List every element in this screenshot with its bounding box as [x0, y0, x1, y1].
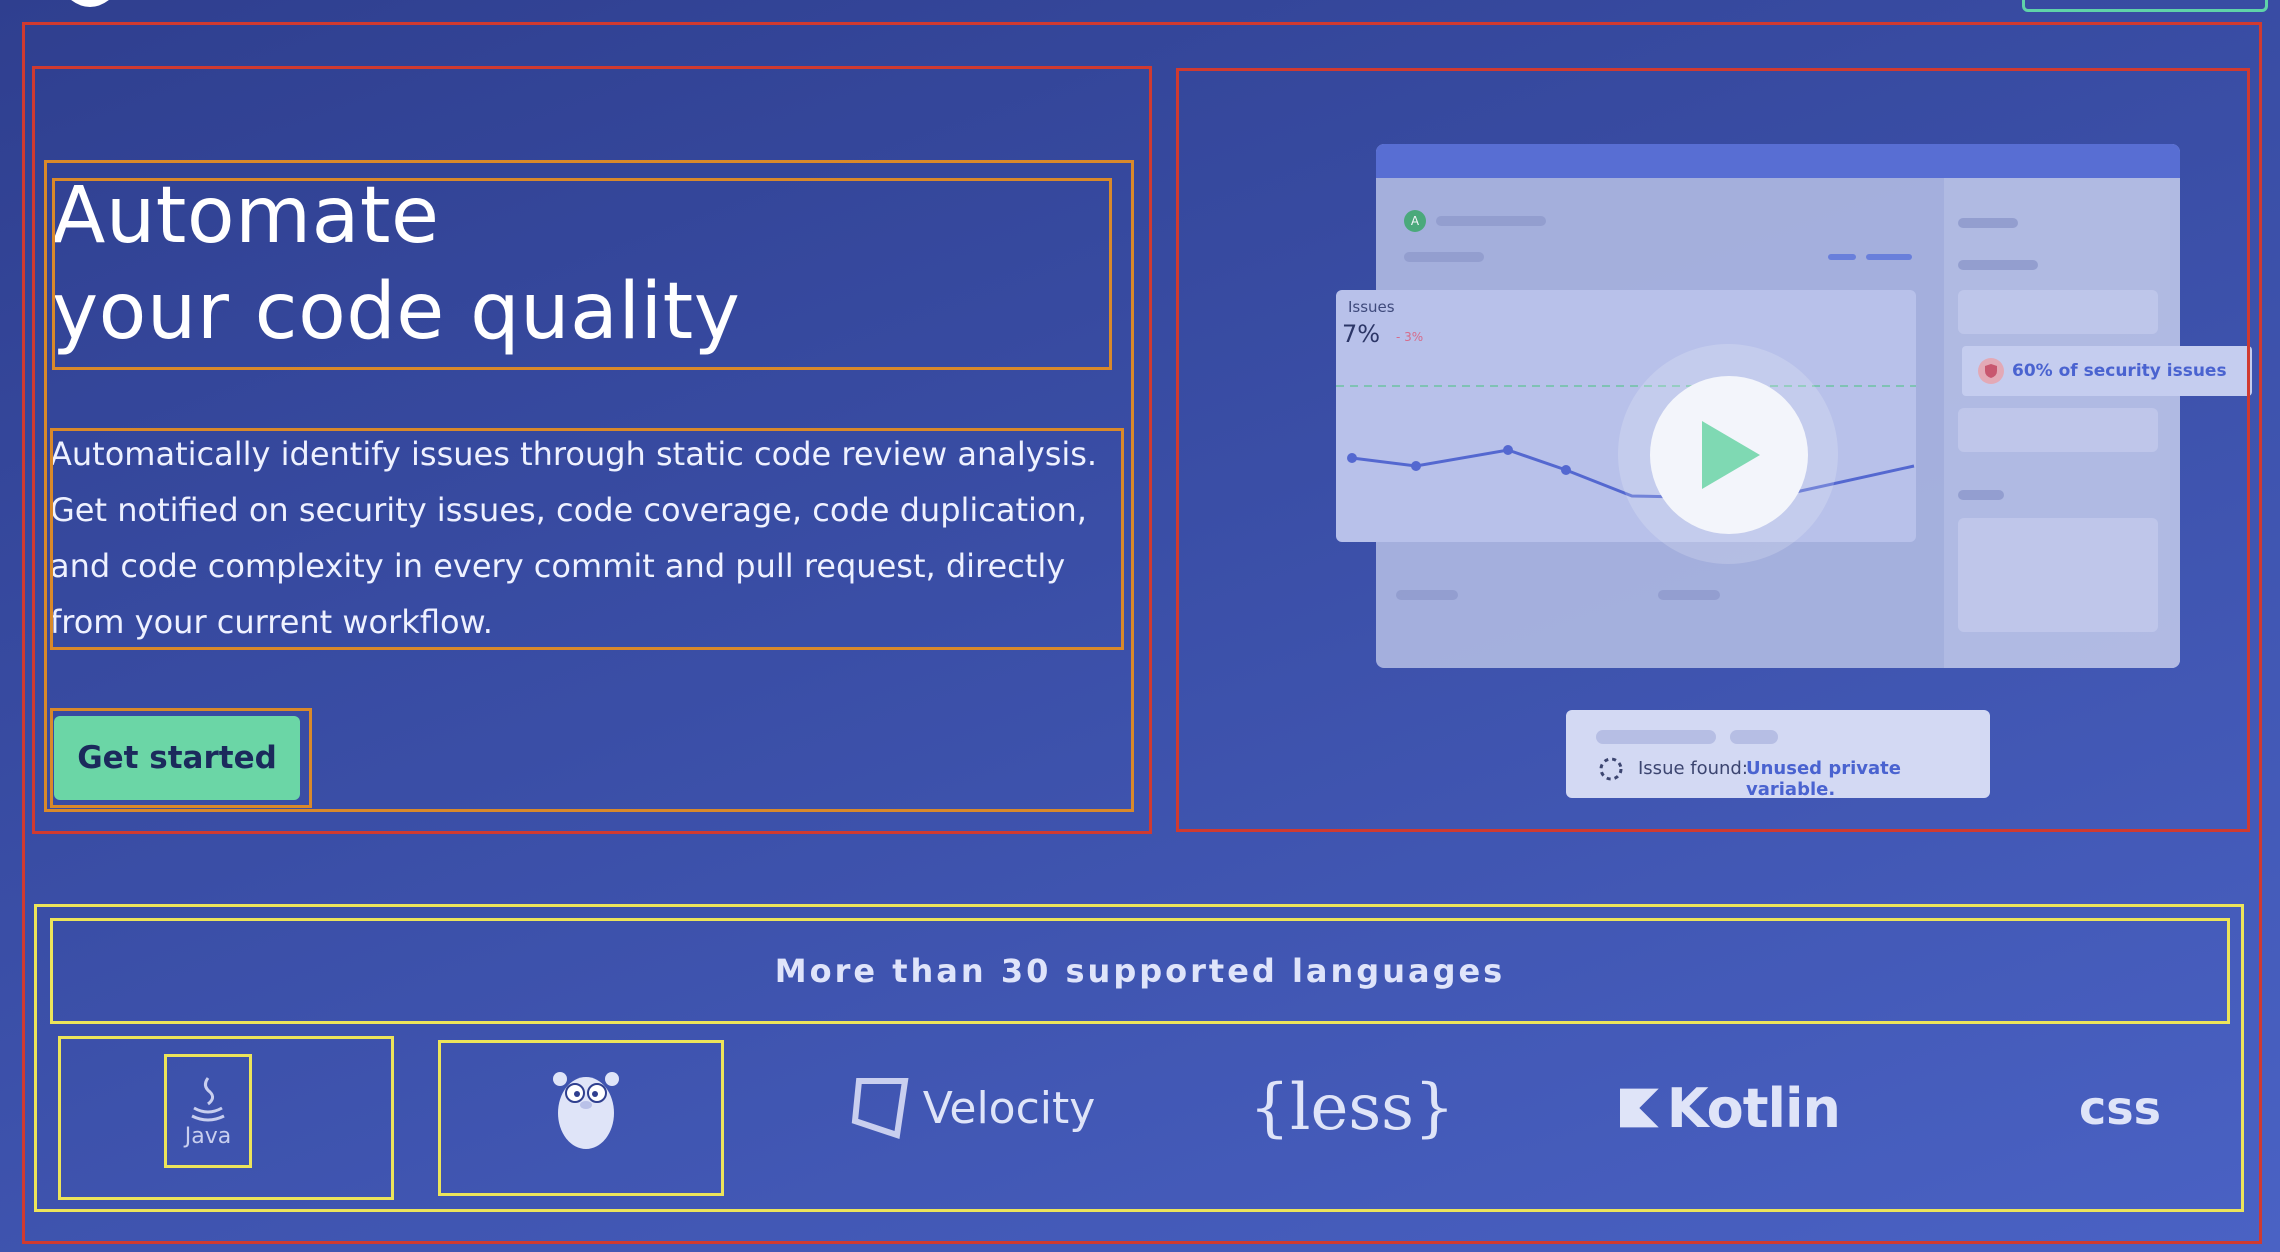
issue-found-label: Issue found:	[1638, 758, 1748, 779]
languages-title: More than 30 supported languages	[774, 952, 1506, 990]
dashboard-header-bar	[1376, 144, 2180, 178]
play-icon	[1702, 421, 1760, 489]
java-cup-icon	[191, 1076, 225, 1121]
nav-action-button[interactable]	[2022, 0, 2268, 12]
issues-value: 7%	[1342, 320, 1381, 348]
velocity-logo-text: Velocity	[922, 1082, 1096, 1134]
hero-title-line-1: Automate	[52, 171, 440, 261]
spinner-icon	[1598, 756, 1624, 786]
hero-description: Automatically identify issues through st…	[50, 435, 1098, 641]
hero-title: Automate your code quality	[52, 168, 1102, 360]
issue-found-value: Unused private variable.	[1746, 758, 1901, 800]
velocity-icon	[851, 1078, 909, 1139]
hero-title-line-2: your code quality	[52, 267, 741, 357]
kotlin-logo-text: Kotlin	[1666, 1076, 1841, 1140]
shield-icon	[1978, 358, 2004, 384]
less-logo: {less}	[1249, 1071, 1455, 1145]
go-gopher-logo	[540, 1060, 632, 1156]
issues-delta: - 3%	[1396, 330, 1424, 344]
css-logo: css	[2078, 1081, 2162, 1135]
get-started-button[interactable]: Get started	[54, 716, 300, 800]
security-issues-pill: 60% of security issues	[1962, 346, 2252, 396]
kotlin-icon	[1620, 1088, 1659, 1128]
dashboard-sidebar	[1944, 178, 2180, 668]
gopher-icon	[553, 1072, 619, 1149]
play-video-button[interactable]	[1650, 376, 1808, 534]
kotlin-logo: Kotlin	[1620, 1072, 1841, 1144]
security-issues-text: 60% of security issues	[2012, 361, 2227, 381]
velocity-logo: Velocity	[848, 1066, 1098, 1150]
java-logo-text: Java	[184, 1123, 232, 1149]
logo-icon[interactable]	[60, 0, 120, 10]
issues-label: Issues	[1348, 298, 1395, 316]
issue-found-card: Issue found: Unused private variable.	[1566, 710, 1990, 800]
java-logo: Java	[166, 1058, 250, 1166]
avatar: A	[1404, 210, 1426, 232]
